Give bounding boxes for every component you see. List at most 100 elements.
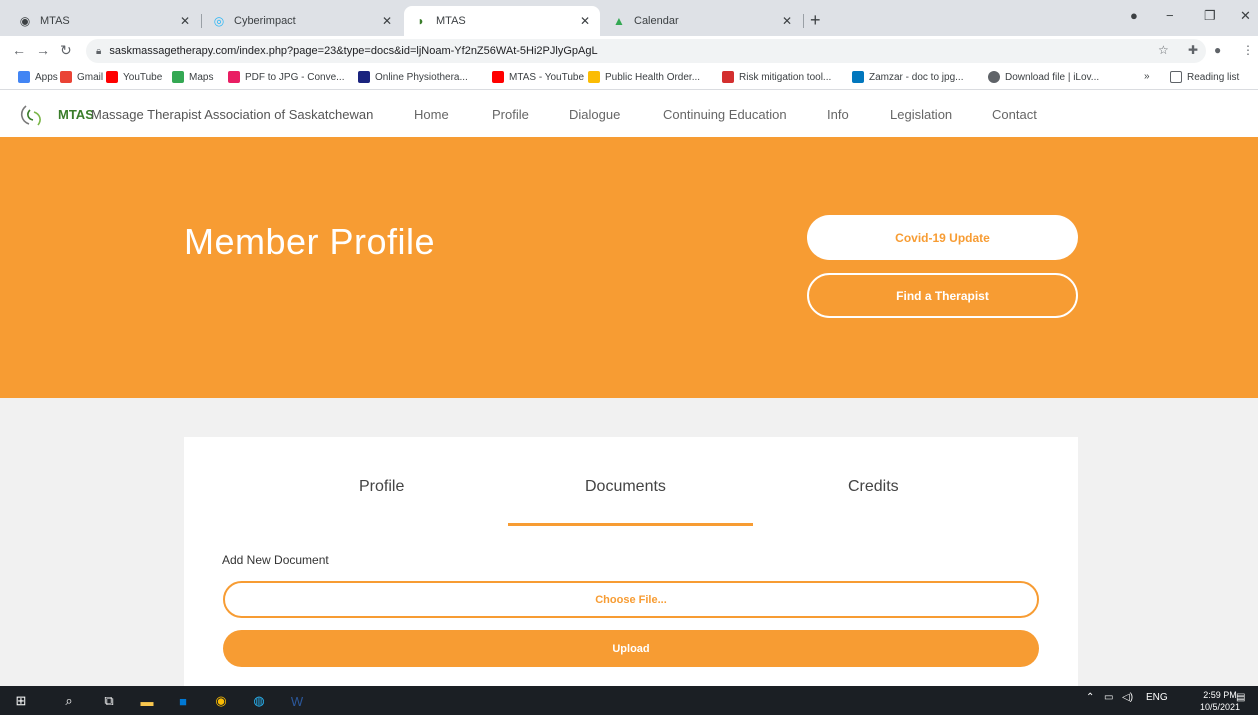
bookmark-youtube[interactable]: YouTube bbox=[106, 71, 162, 83]
tab-title: MTAS bbox=[436, 15, 466, 27]
nav-home[interactable]: Home bbox=[414, 107, 449, 122]
bookmark-label: Apps bbox=[35, 71, 58, 83]
health-icon bbox=[588, 71, 600, 83]
close-tab-icon[interactable]: ✕ bbox=[180, 14, 190, 28]
url-field[interactable]: 🔒︎ saskmassagetherapy.com/index.php?page… bbox=[86, 39, 1206, 63]
volume-icon[interactable]: ◁) bbox=[1122, 692, 1133, 703]
star-icon[interactable]: ☆ bbox=[1158, 43, 1169, 57]
browser-tab[interactable]: ▲ Calendar ✕ bbox=[602, 6, 804, 36]
tab-title: Cyberimpact bbox=[234, 15, 296, 27]
nav-contact[interactable]: Contact bbox=[992, 107, 1037, 122]
bookmark-download[interactable]: Download file | iLov... bbox=[988, 71, 1099, 83]
account-icon[interactable]: ● bbox=[1214, 43, 1221, 57]
bookmark-gmail[interactable]: Gmail bbox=[60, 71, 103, 83]
upload-button[interactable]: Upload bbox=[223, 630, 1039, 667]
chrome-icon[interactable]: ◉ bbox=[212, 692, 230, 710]
cyberimpact-icon: ◎ bbox=[213, 14, 225, 28]
lock-icon: 🔒︎ bbox=[96, 45, 102, 57]
more-bookmarks[interactable]: » bbox=[1144, 71, 1150, 82]
active-tab-indicator bbox=[508, 523, 753, 526]
task-view-icon[interactable]: ⧉ bbox=[100, 692, 118, 710]
new-tab-icon[interactable]: + bbox=[810, 11, 821, 29]
content-area: Profile Documents Credits Add New Docume… bbox=[0, 398, 1258, 697]
network-icon[interactable]: ▭ bbox=[1104, 692, 1113, 703]
bookmark-public-health[interactable]: Public Health Order... bbox=[588, 71, 700, 83]
choose-file-button[interactable]: Choose File... bbox=[223, 581, 1039, 618]
browser-tab[interactable]: ◎ Cyberimpact ✕ bbox=[202, 6, 402, 36]
mtas-icon: ◗ bbox=[417, 14, 425, 28]
logo-short[interactable]: MTAS bbox=[58, 107, 94, 122]
maps-icon bbox=[172, 71, 184, 83]
apps-icon bbox=[18, 71, 30, 83]
address-bar: ← → ↻ 🔒︎ saskmassagetherapy.com/index.ph… bbox=[0, 36, 1258, 66]
close-tab-icon[interactable]: ✕ bbox=[580, 14, 590, 28]
globe-icon: ◉ bbox=[19, 14, 31, 28]
bookmarks-bar: Apps Gmail YouTube Maps PDF to JPG - Con… bbox=[0, 66, 1258, 90]
reading-list[interactable]: Reading list bbox=[1170, 71, 1239, 83]
bookmark-maps[interactable]: Maps bbox=[172, 71, 213, 83]
bookmark-risk-mitigation[interactable]: Risk mitigation tool... bbox=[722, 71, 831, 83]
reload-icon[interactable]: ↻ bbox=[60, 42, 72, 59]
word-icon[interactable]: W bbox=[288, 692, 306, 710]
nav-legislation[interactable]: Legislation bbox=[890, 107, 952, 122]
clock[interactable]: 2:59 PM 10/5/2021 bbox=[1200, 689, 1240, 713]
logo-full-name[interactable]: Massage Therapist Association of Saskatc… bbox=[91, 107, 373, 122]
tab-title: MTAS bbox=[40, 15, 70, 27]
calendar-icon: ▲ bbox=[613, 14, 625, 28]
taskbar: ⊞ ⌕ ⧉ ▬ ■ ◉ ◍ W ⌃ ▭ ◁) ENG 2:59 PM 10/5/… bbox=[0, 686, 1258, 715]
youtube-icon bbox=[492, 71, 504, 83]
bookmark-label: Download file | iLov... bbox=[1005, 71, 1100, 83]
browser-tab[interactable]: ◉ MTAS ✕ bbox=[8, 6, 202, 36]
windows-start-icon[interactable]: ⊞ bbox=[12, 692, 30, 710]
reading-list-icon bbox=[1170, 71, 1182, 83]
nav-info[interactable]: Info bbox=[827, 107, 849, 122]
notifications-icon[interactable]: ▤ bbox=[1236, 692, 1245, 703]
bookmark-apps[interactable]: Apps bbox=[18, 71, 58, 83]
app-icon[interactable]: ◍ bbox=[250, 692, 268, 710]
bookmark-mtas-youtube[interactable]: MTAS - YouTube bbox=[492, 71, 584, 83]
nav-profile[interactable]: Profile bbox=[492, 107, 529, 122]
file-explorer-icon[interactable]: ▬ bbox=[138, 692, 156, 710]
search-icon[interactable]: ⌕ bbox=[60, 692, 78, 710]
page-title: Member Profile bbox=[184, 221, 436, 262]
browser-tab-active[interactable]: ◗ MTAS ✕ bbox=[404, 6, 600, 36]
language-indicator[interactable]: ENG bbox=[1146, 692, 1168, 703]
profile-dot-icon[interactable]: ● bbox=[1130, 8, 1138, 23]
nav-continuing-education[interactable]: Continuing Education bbox=[663, 107, 787, 122]
tab-profile[interactable]: Profile bbox=[359, 478, 404, 496]
tab-credits[interactable]: Credits bbox=[848, 478, 899, 496]
maple-leaf-icon bbox=[722, 71, 734, 83]
bookmark-label: Online Physiothera... bbox=[375, 71, 468, 83]
menu-icon[interactable]: ⋮ bbox=[1242, 43, 1254, 57]
covid-update-button[interactable]: Covid-19 Update bbox=[807, 215, 1078, 260]
tray-chevron-icon[interactable]: ⌃ bbox=[1086, 692, 1094, 703]
profile-card: Profile Documents Credits Add New Docume… bbox=[184, 437, 1078, 697]
site-header: MTAS Massage Therapist Association of Sa… bbox=[0, 90, 1258, 137]
tab-documents[interactable]: Documents bbox=[585, 478, 666, 496]
bookmark-label: Maps bbox=[189, 71, 214, 83]
clock-date: 10/5/2021 bbox=[1200, 702, 1241, 712]
extensions-icon[interactable]: ✚ bbox=[1188, 43, 1198, 57]
find-therapist-button[interactable]: Find a Therapist bbox=[807, 273, 1078, 318]
close-tab-icon[interactable]: ✕ bbox=[382, 14, 392, 28]
bookmark-pdf-to-jpg[interactable]: PDF to JPG - Conve... bbox=[228, 71, 344, 83]
back-icon[interactable]: ← bbox=[12, 42, 26, 58]
outlook-icon[interactable]: ■ bbox=[174, 692, 192, 710]
globe-icon bbox=[988, 71, 1000, 83]
bookmark-zamzar[interactable]: Zamzar - doc to jpg... bbox=[852, 71, 963, 83]
url-text: saskmassagetherapy.com/index.php?page=23… bbox=[109, 45, 598, 57]
tab-separator bbox=[803, 14, 804, 28]
bookmark-label: YouTube bbox=[123, 71, 163, 83]
forward-icon[interactable]: → bbox=[36, 42, 50, 58]
close-window-icon[interactable]: ✕ bbox=[1240, 8, 1251, 24]
mtas-logo-icon[interactable] bbox=[20, 104, 46, 126]
browser-tabstrip: ◉ MTAS ✕ ◎ Cyberimpact ✕ ◗ MTAS ✕ ▲ Cale… bbox=[0, 0, 1258, 36]
nav-dialogue[interactable]: Dialogue bbox=[569, 107, 620, 122]
hero-banner: Member Profile Covid-19 Update Find a Th… bbox=[0, 137, 1258, 398]
close-tab-icon[interactable]: ✕ bbox=[782, 14, 792, 28]
bookmark-physio[interactable]: Online Physiothera... bbox=[358, 71, 468, 83]
bookmark-label: MTAS - YouTube bbox=[509, 71, 585, 83]
maximize-icon[interactable]: ❐ bbox=[1204, 8, 1216, 24]
gmail-icon bbox=[60, 71, 72, 83]
minimize-icon[interactable]: − bbox=[1166, 8, 1174, 23]
